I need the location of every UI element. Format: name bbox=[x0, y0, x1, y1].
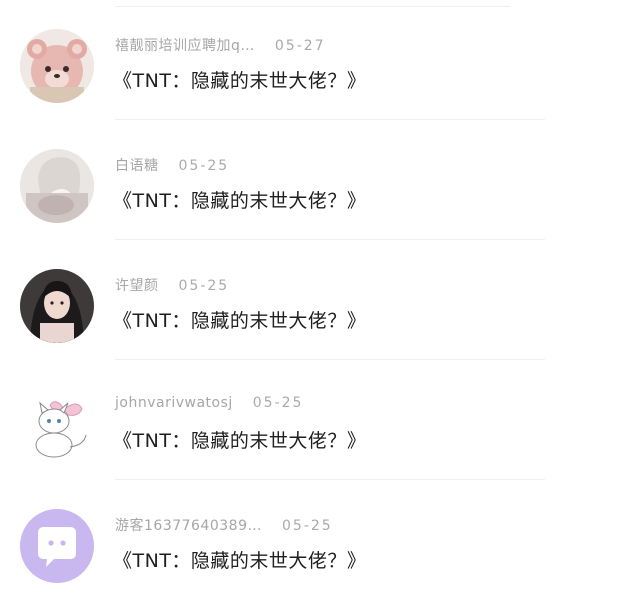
girl-avatar[interactable] bbox=[20, 149, 94, 223]
username[interactable]: 许望颜 bbox=[115, 278, 159, 294]
chat-bubble-icon bbox=[20, 509, 94, 583]
comment-item[interactable]: 游客16377640389… 05-25 《TNT：隐藏的末世大佬？》 bbox=[0, 480, 640, 600]
comment-text: 《TNT：隐藏的末世大佬？》 bbox=[113, 430, 367, 452]
white-cat-avatar[interactable] bbox=[20, 389, 94, 463]
teddy-bear-avatar[interactable] bbox=[20, 29, 94, 103]
teddy-bear-icon bbox=[20, 29, 94, 103]
comment-date: 05-25 bbox=[252, 395, 304, 411]
girl-icon bbox=[20, 149, 94, 223]
username[interactable]: 禧靓丽培训应聘加q… bbox=[115, 38, 255, 54]
comment-date: 05-25 bbox=[281, 518, 333, 534]
comment-text: 《TNT：隐藏的末世大佬？》 bbox=[113, 70, 367, 92]
comment-item[interactable]: 许望颜 05-25 《TNT：隐藏的末世大佬？》 bbox=[0, 240, 640, 360]
username[interactable]: 白语糖 bbox=[115, 158, 159, 174]
white-cat-icon bbox=[20, 389, 94, 463]
comment-text: 《TNT：隐藏的末世大佬？》 bbox=[113, 310, 367, 332]
comment-text: 《TNT：隐藏的末世大佬？》 bbox=[113, 550, 367, 572]
comment-item[interactable]: 禧靓丽培训应聘加q… 05-27 《TNT：隐藏的末世大佬？》 bbox=[0, 0, 640, 120]
comment-item[interactable]: johnvarivwatosj 05-25 《TNT：隐藏的末世大佬？》 bbox=[0, 360, 640, 480]
comment-list: 禧靓丽培训应聘加q… 05-27 《TNT：隐藏的末世大佬？》 白语糖 05-25 … bbox=[0, 0, 640, 583]
portrait-avatar[interactable] bbox=[20, 269, 94, 343]
chat-bubble-avatar[interactable] bbox=[20, 509, 94, 583]
username[interactable]: johnvarivwatosj bbox=[115, 395, 233, 411]
comment-date: 05-25 bbox=[178, 278, 230, 294]
comment-meta: 游客16377640389… 05-25 bbox=[115, 515, 333, 535]
comment-date: 05-25 bbox=[178, 158, 230, 174]
portrait-icon bbox=[20, 269, 94, 343]
comment-meta: 禧靓丽培训应聘加q… 05-27 bbox=[115, 35, 326, 55]
comment-meta: johnvarivwatosj 05-25 bbox=[115, 395, 303, 415]
comment-item[interactable]: 白语糖 05-25 《TNT：隐藏的末世大佬？》 bbox=[0, 120, 640, 240]
comment-text: 《TNT：隐藏的末世大佬？》 bbox=[113, 190, 367, 212]
comment-date: 05-27 bbox=[274, 38, 326, 54]
username[interactable]: 游客16377640389… bbox=[115, 518, 262, 534]
comment-meta: 白语糖 05-25 bbox=[115, 155, 229, 175]
comment-meta: 许望颜 05-25 bbox=[115, 275, 229, 295]
